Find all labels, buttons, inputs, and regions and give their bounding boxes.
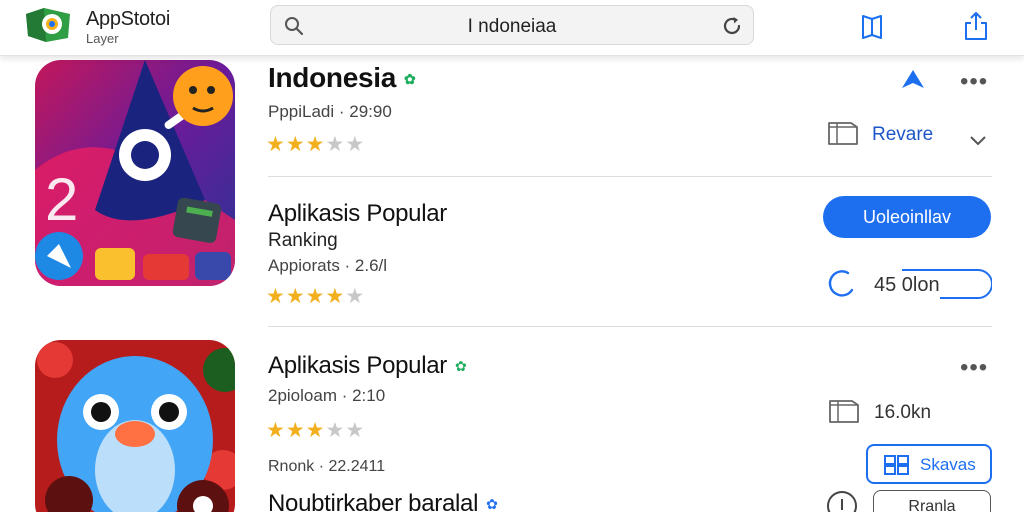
refresh-icon[interactable] bbox=[721, 15, 743, 37]
star-empty-icon: ★ bbox=[345, 285, 366, 308]
star-empty-icon: ★ bbox=[325, 419, 346, 442]
star-filled-icon: ★ bbox=[266, 133, 286, 156]
rating-stars: ★★★★★ bbox=[266, 132, 365, 157]
rating-stars: ★★★★★ bbox=[266, 418, 365, 443]
app-title-text: Aplikasis Popular bbox=[268, 352, 447, 379]
app-title[interactable]: Aplikasis Popular ✿ bbox=[268, 352, 467, 380]
app-size: 16.0kn bbox=[874, 402, 932, 423]
side-label[interactable]: Revare bbox=[872, 124, 933, 146]
app-title-text: Noubtirkaber baralal bbox=[268, 490, 479, 512]
app-size: 45 0lon bbox=[874, 274, 940, 296]
app-meta: Appiorats · 2.6/l bbox=[268, 256, 388, 275]
brand-subtitle: Layer bbox=[86, 31, 119, 46]
app-meta: 2pioloam · 2:10 bbox=[268, 386, 386, 405]
verified-icon: ✿ bbox=[455, 358, 467, 375]
app-title[interactable]: Noubtirkaber baralal ✿ bbox=[268, 490, 498, 512]
star-filled-icon: ★ bbox=[305, 133, 326, 156]
search-input[interactable]: I ndoneiaa bbox=[270, 5, 754, 45]
app-sublabel: Ranking bbox=[268, 230, 338, 251]
app-icon-indonesia[interactable]: 2 bbox=[35, 60, 235, 286]
star-empty-icon: ★ bbox=[345, 419, 366, 442]
skavas-label: Skavas bbox=[920, 455, 976, 474]
divider bbox=[268, 176, 992, 177]
star-empty-icon: ★ bbox=[345, 133, 366, 156]
brand-name: AppStotoi bbox=[86, 8, 171, 30]
verified-icon: ✿ bbox=[486, 496, 498, 512]
svg-text:2: 2 bbox=[45, 166, 78, 233]
star-empty-icon: ★ bbox=[325, 133, 346, 156]
app-logo-icon[interactable] bbox=[24, 4, 74, 44]
bookmark-icon[interactable] bbox=[858, 10, 886, 42]
star-filled-icon: ★ bbox=[285, 285, 306, 308]
spinner-icon bbox=[828, 270, 854, 297]
grid-icon bbox=[884, 455, 909, 475]
secondary-button[interactable]: Rranla bbox=[873, 490, 991, 512]
star-filled-icon: ★ bbox=[305, 285, 326, 308]
verified-icon: ✿ bbox=[404, 71, 416, 88]
install-button[interactable]: Uoleoinllav bbox=[823, 196, 991, 238]
more-icon[interactable]: ••• bbox=[960, 356, 988, 380]
divider bbox=[268, 326, 992, 327]
up-arrow-icon[interactable] bbox=[900, 68, 926, 90]
app-title-text: Indonesia bbox=[268, 62, 396, 93]
skavas-button[interactable]: Skavas bbox=[866, 444, 992, 484]
star-filled-icon: ★ bbox=[325, 285, 346, 308]
star-filled-icon: ★ bbox=[285, 133, 306, 156]
star-filled-icon: ★ bbox=[305, 419, 326, 442]
top-bar: AppStotoi Layer I ndoneiaa bbox=[0, 0, 1024, 56]
app-title[interactable]: Indonesia ✿ bbox=[268, 62, 416, 94]
info-icon[interactable] bbox=[826, 490, 858, 512]
secondary-button-label: Rranla bbox=[908, 498, 956, 512]
star-filled-icon: ★ bbox=[285, 419, 306, 442]
app-icon-popular[interactable] bbox=[35, 340, 235, 512]
more-icon[interactable]: ••• bbox=[960, 70, 988, 94]
search-query-text: I ndoneiaa bbox=[467, 16, 557, 37]
app-meta: PppiLadi · 29:90 bbox=[268, 102, 392, 121]
app-date: Rnonk · 22.2411 bbox=[268, 458, 386, 475]
chevron-down-icon[interactable] bbox=[968, 130, 988, 150]
share-icon[interactable] bbox=[962, 10, 990, 42]
box-icon bbox=[829, 400, 859, 423]
app-title[interactable]: Aplikasis Popular bbox=[268, 200, 447, 228]
rating-stars: ★★★★★ bbox=[266, 284, 365, 309]
star-filled-icon: ★ bbox=[266, 419, 286, 442]
box-icon bbox=[828, 122, 858, 145]
star-filled-icon: ★ bbox=[266, 285, 286, 308]
